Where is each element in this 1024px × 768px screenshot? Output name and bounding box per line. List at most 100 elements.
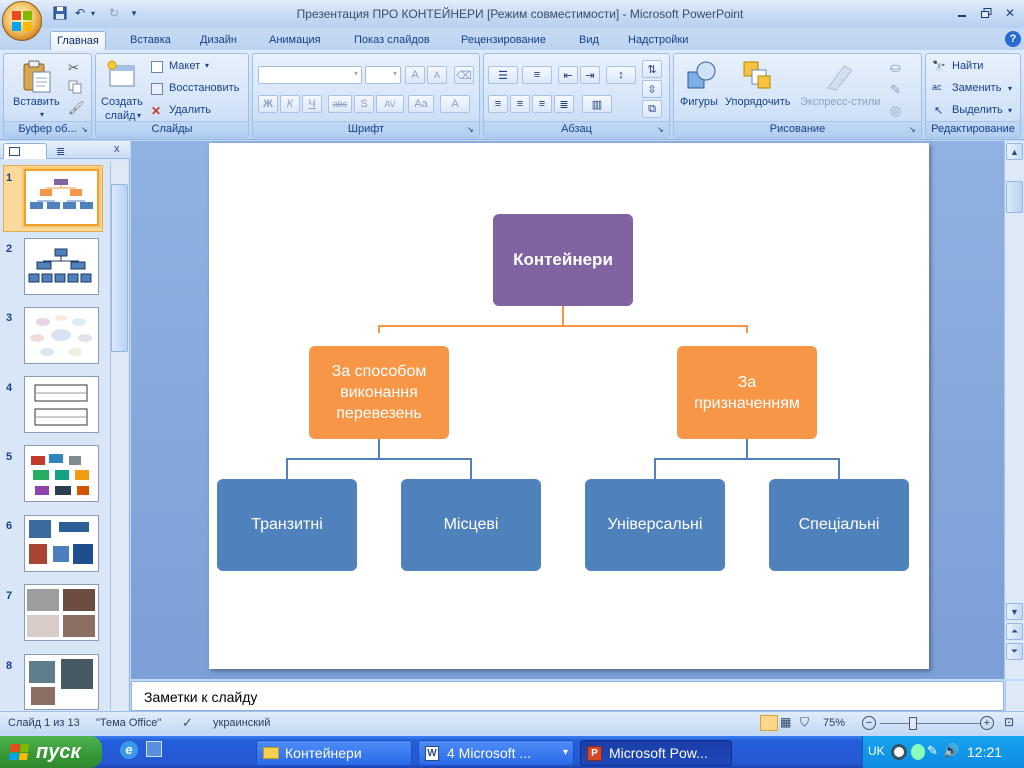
taskbar-item-word[interactable]: W 4 Microsoft ... ▾ — [418, 740, 574, 766]
replace-button[interactable]: Заменить — [952, 82, 1001, 94]
internet-explorer-icon[interactable]: e — [120, 741, 138, 759]
quick-styles-icon[interactable] — [824, 60, 856, 92]
slide-thumbnail-6[interactable] — [24, 515, 99, 572]
minimize-icon[interactable] — [950, 4, 974, 22]
delete-icon[interactable]: ✕ — [151, 104, 161, 118]
zoom-out-icon[interactable]: − — [862, 716, 876, 730]
slide-thumbnail-2[interactable] — [24, 238, 99, 295]
font-size-dropdown-icon[interactable]: ▾ — [393, 69, 397, 78]
change-case-button[interactable]: Aa — [408, 95, 434, 113]
outline-tab[interactable]: ≣ — [50, 143, 94, 159]
shape-effects-icon[interactable]: ◎ — [890, 103, 901, 119]
slide-thumbnail-3[interactable] — [24, 307, 99, 364]
customize-qat-icon[interactable]: ▾ — [126, 5, 142, 21]
smartart-icon[interactable]: ⧉ — [642, 100, 662, 118]
slide-thumbnail-8[interactable] — [24, 654, 99, 710]
slide-sorter-icon[interactable]: ▦ — [780, 715, 791, 729]
fit-to-window-icon[interactable]: ⊡ — [1004, 715, 1014, 729]
font-launcher-icon[interactable]: ↘ — [467, 125, 474, 134]
thumbnail-scrollbar[interactable] — [110, 162, 128, 710]
decrease-indent-icon[interactable]: ⇤ — [558, 66, 578, 84]
shapes-icon[interactable] — [686, 60, 718, 92]
zoom-slider-track[interactable] — [880, 723, 980, 724]
arrange-button[interactable]: Упорядочить — [725, 96, 790, 108]
numbering-icon[interactable]: ≡ — [522, 66, 552, 84]
zoom-slider-thumb[interactable] — [909, 717, 917, 730]
clipboard-launcher-icon[interactable]: ↘ — [81, 125, 88, 134]
replace-icon[interactable]: ac — [932, 82, 942, 92]
org-node-leaf[interactable]: Транзитні — [217, 479, 357, 571]
paragraph-launcher-icon[interactable]: ↘ — [657, 125, 664, 134]
taskbar-item-powerpoint[interactable]: P Microsoft Pow... — [580, 740, 732, 766]
network-icon[interactable]: ✎ — [927, 743, 938, 759]
theme-name[interactable]: "Тема Office" — [96, 717, 161, 729]
org-node-left-branch[interactable]: За способом виконання перевезень — [309, 346, 449, 439]
tab-design[interactable]: Дизайн — [194, 31, 243, 51]
layout-dropdown-icon[interactable]: ▾ — [205, 61, 209, 70]
org-node-leaf[interactable]: Спеціальні — [769, 479, 909, 571]
save-icon[interactable] — [52, 5, 68, 21]
align-left-icon[interactable]: ≡ — [488, 95, 508, 113]
font-color-button[interactable]: A — [440, 95, 470, 113]
shrink-font-button[interactable]: A — [427, 66, 447, 84]
new-slide-icon[interactable] — [106, 60, 138, 92]
notes-pane[interactable]: Заметки к слайду — [131, 681, 1004, 711]
undo-icon[interactable]: ↶ — [72, 5, 88, 21]
shapes-button[interactable]: Фигуры — [680, 96, 718, 108]
org-node-leaf[interactable]: Універсальні — [585, 479, 725, 571]
shadow-button[interactable]: S — [354, 95, 374, 113]
bold-button[interactable]: Ж — [258, 95, 278, 113]
format-painter-icon[interactable]: 🖌 — [68, 100, 85, 116]
slide-thumbnail-1[interactable] — [22, 167, 101, 228]
language-indicator[interactable]: UK — [868, 744, 885, 758]
notes-scrollbar[interactable] — [1005, 681, 1024, 711]
text-direction-icon[interactable]: ⇅ — [642, 60, 662, 78]
notes-placeholder[interactable]: Заметки к слайду — [144, 689, 257, 705]
align-right-icon[interactable]: ≡ — [532, 95, 552, 113]
font-name-dropdown-icon[interactable]: ▾ — [354, 69, 358, 78]
slideshow-view-icon[interactable]: ⛉ — [800, 715, 809, 730]
start-button[interactable]: пуск — [0, 736, 102, 768]
italic-button[interactable]: К — [280, 95, 300, 113]
normal-view-icon[interactable] — [760, 715, 778, 731]
shape-outline-icon[interactable]: ✎ — [890, 82, 901, 98]
restore-icon[interactable] — [974, 4, 998, 22]
scroll-up-icon[interactable]: ▲ — [1006, 143, 1023, 160]
shape-fill-icon[interactable]: ⛀ — [890, 60, 901, 76]
tab-addins[interactable]: Надстройки — [622, 31, 694, 51]
reset-icon[interactable] — [151, 83, 163, 95]
slide-thumbnail-4[interactable] — [24, 376, 99, 433]
align-center-icon[interactable]: ≡ — [510, 95, 530, 113]
slides-tab[interactable] — [3, 143, 47, 159]
tab-slideshow[interactable]: Показ слайдов — [348, 31, 436, 51]
line-spacing-icon[interactable]: ↕ — [606, 66, 636, 84]
slide-thumbnail-5[interactable] — [24, 445, 99, 502]
align-text-icon[interactable]: ⇳ — [642, 80, 662, 98]
paste-icon[interactable] — [20, 60, 52, 93]
tab-home[interactable]: Главная — [50, 31, 106, 51]
undo-dropdown-icon[interactable]: ▾ — [88, 5, 98, 21]
bullets-icon[interactable]: ☰ — [488, 66, 518, 84]
new-slide-dropdown-icon[interactable]: ▾ — [137, 111, 141, 120]
char-spacing-button[interactable]: AV — [376, 95, 404, 113]
find-icon[interactable]: 🔭 — [932, 60, 946, 73]
scroll-thumb[interactable] — [1006, 181, 1023, 213]
slide-thumbnail-7[interactable] — [24, 584, 99, 641]
office-button[interactable] — [2, 1, 42, 41]
slide-canvas[interactable]: Контейнери За способом виконання перевез… — [209, 143, 929, 669]
org-node-right-branch[interactable]: За призначенням — [677, 346, 817, 439]
paste-label[interactable]: Вставить — [13, 96, 60, 108]
grow-font-button[interactable]: A — [405, 66, 425, 84]
quick-styles-button[interactable]: Экспресс-стили — [800, 96, 880, 108]
justify-icon[interactable]: ≣ — [554, 95, 574, 113]
previous-slide-icon[interactable]: ⏶ — [1006, 623, 1023, 640]
strikethrough-button[interactable]: abc — [328, 95, 352, 113]
select-icon[interactable]: ↖ — [934, 104, 943, 117]
spellcheck-icon[interactable]: ✓ — [182, 715, 193, 731]
scroll-down-icon[interactable]: ▼ — [1006, 603, 1023, 620]
tray-app-icon[interactable] — [891, 744, 907, 760]
new-slide-label-1[interactable]: Создать — [101, 96, 143, 108]
org-node-leaf[interactable]: Місцеві — [401, 479, 541, 571]
next-slide-icon[interactable]: ⏷ — [1006, 643, 1023, 660]
taskbar-item-folder[interactable]: Контейнери — [256, 740, 412, 766]
